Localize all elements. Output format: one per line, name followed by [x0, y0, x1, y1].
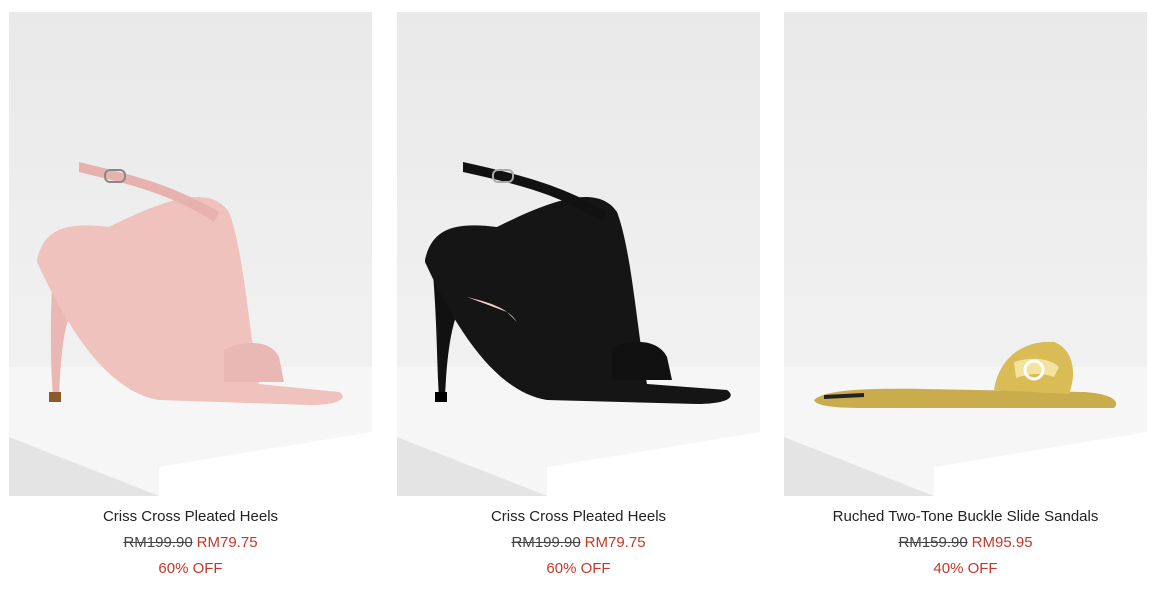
product-image[interactable] [784, 12, 1147, 496]
product-card[interactable]: Ruched Two-Tone Buckle Slide Sandals RM1… [784, 12, 1147, 587]
sale-price: RM95.95 [971, 534, 1033, 551]
product-name[interactable]: Criss Cross Pleated Heels [9, 508, 372, 526]
product-image[interactable] [9, 12, 372, 496]
discount-label: 60% OFF [546, 560, 611, 577]
product-name[interactable]: Ruched Two-Tone Buckle Slide Sandals [784, 508, 1147, 526]
product-card[interactable]: Criss Cross Pleated Heels RM199.90 RM79.7… [9, 12, 372, 587]
product-card[interactable]: Criss Cross Pleated Heels RM199.90 RM79.7… [397, 12, 760, 587]
sale-price: RM79.75 [196, 534, 258, 551]
price-group: RM199.90 RM79.75 [397, 534, 760, 552]
product-photo-pink-heel [9, 162, 372, 496]
original-price: RM199.90 [123, 534, 193, 551]
product-grid: Criss Cross Pleated Heels RM199.90 RM79.7… [0, 0, 1158, 592]
product-name[interactable]: Criss Cross Pleated Heels [397, 508, 760, 526]
sale-price: RM79.75 [584, 534, 646, 551]
product-photo-black-heel [397, 162, 760, 496]
discount-label: 40% OFF [933, 560, 998, 577]
price-group: RM199.90 RM79.75 [9, 534, 372, 552]
product-photo-gold-slide [784, 341, 1147, 496]
original-price: RM159.90 [898, 534, 968, 551]
original-price: RM199.90 [511, 534, 581, 551]
product-image[interactable] [397, 12, 760, 496]
price-group: RM159.90 RM95.95 [784, 534, 1147, 552]
discount-label: 60% OFF [158, 560, 223, 577]
